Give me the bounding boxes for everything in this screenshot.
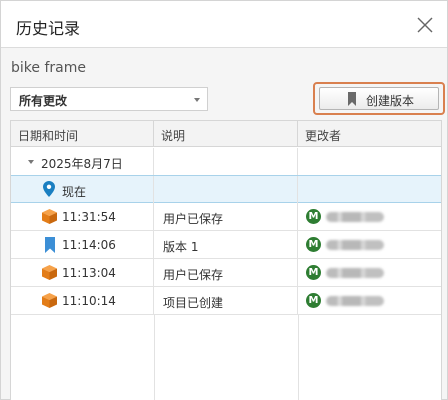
column-header-description[interactable]: 说明 <box>154 121 298 147</box>
redacted-user-name <box>326 268 384 278</box>
panel-header: 历史记录 <box>1 1 447 48</box>
current-cell-empty <box>154 176 298 203</box>
time-cell: 11:14:06 <box>11 231 154 258</box>
changed-by-cell: M <box>298 287 441 314</box>
row-time: 11:10:14 <box>62 294 116 308</box>
change-filter-select[interactable]: 所有更改 <box>10 87 208 111</box>
group-cell-empty <box>298 148 441 175</box>
table-row[interactable]: 11:10:14 项目已创建 M <box>11 287 441 315</box>
changed-by-cell: M <box>298 203 441 230</box>
row-description: 用户已保存 <box>163 212 224 226</box>
time-cell: 11:31:54 <box>11 203 154 230</box>
column-divider <box>298 315 299 400</box>
avatar: M <box>306 209 321 224</box>
create-version-button[interactable]: 创建版本 <box>319 87 439 110</box>
time-cell: 11:13:04 <box>11 259 154 286</box>
current-label: 现在 <box>62 185 87 199</box>
chevron-down-icon <box>194 98 200 102</box>
current-cell-empty <box>298 176 441 203</box>
package-icon <box>42 209 57 224</box>
filter-selected-value: 所有更改 <box>19 94 68 108</box>
column-header-datetime[interactable]: 日期和时间 <box>11 121 154 147</box>
row-description: 项目已创建 <box>163 296 224 310</box>
close-button[interactable] <box>415 15 435 35</box>
current-cell: 现在 <box>11 176 154 203</box>
date-group-row[interactable]: 2025年8月7日 <box>11 148 441 176</box>
history-table: 日期和时间 说明 更改者 2025年8月7日 现在 11:31:54 用户已保存… <box>10 120 442 400</box>
row-time: 11:31:54 <box>62 210 116 224</box>
avatar: M <box>306 293 321 308</box>
redacted-user-name <box>326 212 384 222</box>
bookmark-icon <box>45 237 55 253</box>
description-cell: 用户已保存 <box>154 259 298 286</box>
document-name: bike frame <box>11 60 86 76</box>
table-row[interactable]: 11:14:06 版本 1 M <box>11 231 441 259</box>
redacted-user-name <box>326 296 384 306</box>
avatar: M <box>306 265 321 280</box>
panel-title: 历史记录 <box>16 19 81 38</box>
time-cell: 11:10:14 <box>11 287 154 314</box>
group-date-label: 2025年8月7日 <box>41 157 123 171</box>
description-cell: 用户已保存 <box>154 203 298 230</box>
current-state-row[interactable]: 现在 <box>11 175 441 203</box>
location-pin-icon <box>43 181 55 197</box>
column-divider <box>154 315 155 400</box>
group-cell: 2025年8月7日 <box>11 148 154 175</box>
expand-caret-icon[interactable] <box>28 160 34 164</box>
row-description: 版本 1 <box>163 240 199 254</box>
row-time: 11:13:04 <box>62 266 116 280</box>
history-panel: 历史记录 bike frame 所有更改 创建版本 日期和时间 说明 更改者 2… <box>0 0 448 400</box>
package-icon <box>42 265 57 280</box>
changed-by-cell: M <box>298 231 441 258</box>
description-cell: 版本 1 <box>154 231 298 258</box>
package-icon <box>42 293 57 308</box>
create-version-highlight: 创建版本 <box>313 82 445 115</box>
create-version-label: 创建版本 <box>366 94 415 108</box>
column-header-changed-by[interactable]: 更改者 <box>298 121 441 147</box>
group-cell-empty <box>154 148 298 175</box>
row-time: 11:14:06 <box>62 238 116 252</box>
bookmark-icon <box>348 92 356 106</box>
table-row[interactable]: 11:13:04 用户已保存 M <box>11 259 441 287</box>
close-icon <box>417 17 433 33</box>
avatar: M <box>306 237 321 252</box>
description-cell: 项目已创建 <box>154 287 298 314</box>
redacted-user-name <box>326 240 384 250</box>
table-header: 日期和时间 说明 更改者 <box>11 121 441 147</box>
changed-by-cell: M <box>298 259 441 286</box>
table-row[interactable]: 11:31:54 用户已保存 M <box>11 203 441 231</box>
row-description: 用户已保存 <box>163 268 224 282</box>
